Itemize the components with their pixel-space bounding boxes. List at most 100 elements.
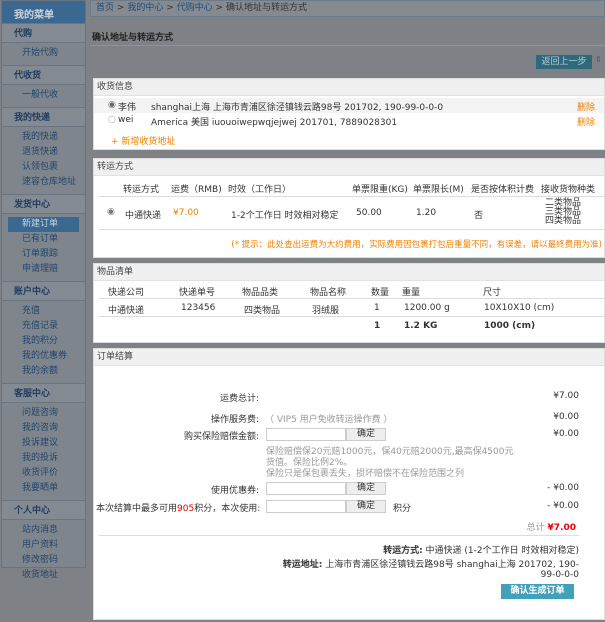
radio-selected[interactable]: ◉ — [108, 100, 116, 110]
sidebar-item[interactable]: 我的快递 — [2, 130, 85, 145]
sidebar-item[interactable]: 我的余额 — [2, 364, 85, 379]
sidebar-item[interactable]: 站内消息 — [2, 523, 85, 538]
sidebar-item[interactable]: 已有订单 — [2, 232, 85, 247]
add-address-link[interactable]: + 新增收货地址 — [111, 134, 175, 147]
address-text: America 美国 iuouoiwepwqjejwej 201701, 788… — [151, 118, 398, 128]
sidebar-item[interactable]: 收货评价 — [2, 466, 85, 481]
insurance-input[interactable] — [266, 428, 346, 441]
sidebar-item[interactable]: 退货快递 — [2, 145, 85, 160]
cell-weight: 1200.00 g — [404, 303, 450, 313]
panel-header: 转运方式 — [94, 159, 604, 176]
breadcrumb-sep: > — [215, 3, 224, 13]
sidebar-title: 我的菜单 — [2, 1, 85, 23]
cell-name: 羽绒服 — [312, 306, 340, 316]
delete-link[interactable]: 删除 — [577, 115, 595, 128]
breadcrumb-home[interactable]: 首页 — [96, 3, 114, 13]
breadcrumb-daigou[interactable]: 代购中心 — [177, 3, 213, 13]
shipping-tip: (* 提示：此处查出运费为大约费用，实际费用因包裹打包后重量不同，有误差，请以最… — [231, 240, 602, 250]
delete-link[interactable]: 删除 — [577, 100, 595, 113]
coupon-confirm-button[interactable]: 确定 — [346, 482, 386, 495]
total-value: ¥7.00 — [547, 523, 576, 533]
sidebar-group-header[interactable]: 个人中心 — [2, 500, 85, 520]
sidebar-item[interactable]: 认领包裹 — [2, 160, 85, 175]
shipping-time: 1-2个工作日 时效相对稳定 — [231, 211, 339, 221]
sidebar-group-header[interactable]: 我的快递 — [2, 107, 85, 127]
sidebar-item[interactable]: 我要晒单 — [2, 481, 85, 496]
address-row[interactable]: ○ wei America 美国 iuouoiwepwqjejwej 20170… — [94, 113, 604, 128]
coupon-value: - ¥0.00 — [547, 483, 579, 493]
cell-company: 中通快递 — [108, 306, 145, 316]
column-header: 数量 — [371, 288, 390, 298]
page-title: 确认地址与转运方式 — [92, 33, 174, 43]
back-button[interactable]: 返回上一步 — [536, 55, 592, 69]
service-value: ¥0.00 — [553, 412, 579, 422]
sidebar-item[interactable]: 充值记录 — [2, 319, 85, 334]
sidebar-group-header[interactable]: 客服中心 — [2, 383, 85, 403]
divider — [99, 298, 604, 299]
radio-selected[interactable]: ◉ — [107, 207, 115, 217]
service-note: （ VIP5 用户免收转运操作费 ） — [265, 415, 393, 425]
address-name: 李伟 — [118, 103, 137, 113]
service-label: 操作服务费: — [210, 415, 259, 425]
column-header: 快递单号 — [179, 288, 216, 298]
column-header: 尺寸 — [483, 288, 502, 298]
sidebar-item[interactable]: 我的投诉 — [2, 451, 85, 466]
address-text: shanghai上海 上海市青浦区徐泾镇钱云路98号 201702, 190-9… — [151, 103, 444, 113]
divider — [99, 316, 604, 317]
address-name: wei — [118, 115, 134, 125]
sidebar-item[interactable]: 开始代购 — [2, 46, 85, 61]
sidebar-item[interactable]: 修改密码 — [2, 553, 85, 568]
sidebar-group: 问题咨询 我的咨询 投诉建议 我的投诉 收货评价 我要晒单 — [2, 403, 85, 500]
insurance-confirm-button[interactable]: 确定 — [346, 428, 386, 441]
divider — [99, 229, 604, 230]
insurance-note: 保险只是保包裹丢失，损坏赔偿不在保险范围之列 — [266, 469, 465, 479]
points-label: 本次结算中最多可用905积分，本次使用: — [96, 501, 260, 514]
breadcrumb-sep: > — [116, 3, 125, 13]
sidebar-menu: 我的菜单 代购 开始代购 代收货 一般代收 我的快递 我的快递 退货快递 认领包裹 速容仓库地址… — [1, 0, 86, 580]
sidebar-item[interactable]: 我的咨询 — [2, 421, 85, 436]
sidebar-item[interactable]: 问题咨询 — [2, 406, 85, 421]
points-input[interactable] — [266, 500, 346, 513]
sidebar-item[interactable]: 我的积分 — [2, 334, 85, 349]
freight-value: ¥7.00 — [553, 391, 579, 401]
sidebar-item[interactable]: 投诉建议 — [2, 436, 85, 451]
sidebar-group-header[interactable]: 账户中心 — [2, 281, 85, 301]
insurance-value: ¥0.00 — [553, 429, 579, 439]
sidebar-item[interactable]: 速容仓库地址 — [2, 175, 85, 190]
points-confirm-button[interactable]: 确定 — [346, 500, 386, 513]
coupon-input[interactable] — [266, 482, 346, 495]
sidebar-item[interactable]: 充值 — [2, 304, 85, 319]
grand-total: 总计 ¥7.00 — [527, 520, 576, 533]
confirm-order-button[interactable]: 确认生成订单 — [501, 584, 574, 599]
address-row[interactable]: ◉ 李伟 shanghai上海 上海市青浦区徐泾镇钱云路98号 201702, … — [94, 98, 604, 113]
divider — [99, 196, 604, 197]
cell-category: 四类物品 — [244, 306, 281, 316]
sidebar-group-header[interactable]: 代购 — [2, 23, 85, 43]
column-header: 单票限长(M) — [413, 185, 464, 195]
sidebar-item[interactable]: 用户资料 — [2, 538, 85, 553]
cell-qty: 1 — [374, 303, 380, 313]
points-unit: 积分 — [393, 504, 412, 514]
sidebar-item[interactable]: 收货地址 — [2, 568, 85, 583]
total-label: 总计 — [526, 523, 545, 533]
divider — [99, 535, 579, 536]
sidebar-item[interactable]: 新建订单 — [8, 217, 79, 232]
radio-unselected[interactable]: ○ — [108, 115, 116, 125]
sidebar-group-header[interactable]: 发货中心 — [2, 194, 85, 214]
sidebar-item[interactable]: 订单跟踪 — [2, 247, 85, 262]
address-panel: 收货信息 ◉ 李伟 shanghai上海 上海市青浦区徐泾镇钱云路98号 201… — [93, 78, 605, 150]
sidebar-item[interactable]: 申请理赔 — [2, 262, 85, 277]
address-value-cont: 99-0-0-0 — [540, 570, 579, 580]
address-value: 上海市青浦区徐泾镇钱云路98号 shanghai上海 201702, 190- — [325, 560, 579, 570]
breadcrumb-center[interactable]: 我的中心 — [127, 3, 163, 13]
column-header: 物品品类 — [242, 288, 279, 298]
scroll-arrows-icon[interactable]: ⇕ — [595, 55, 602, 64]
total-qty: 1 — [374, 321, 381, 331]
insurance-label: 购买保险赔偿金额: — [183, 432, 259, 442]
sidebar-group: 新建订单 已有订单 订单跟踪 申请理赔 — [2, 214, 85, 281]
column-header: 运费（RMB) — [171, 185, 222, 195]
sidebar-item[interactable]: 我的优惠券 — [2, 349, 85, 364]
sidebar-item[interactable]: 一般代收 — [2, 88, 85, 103]
points-prefix: 本次结算中最多可用 — [96, 504, 178, 514]
sidebar-group-header[interactable]: 代收货 — [2, 65, 85, 85]
